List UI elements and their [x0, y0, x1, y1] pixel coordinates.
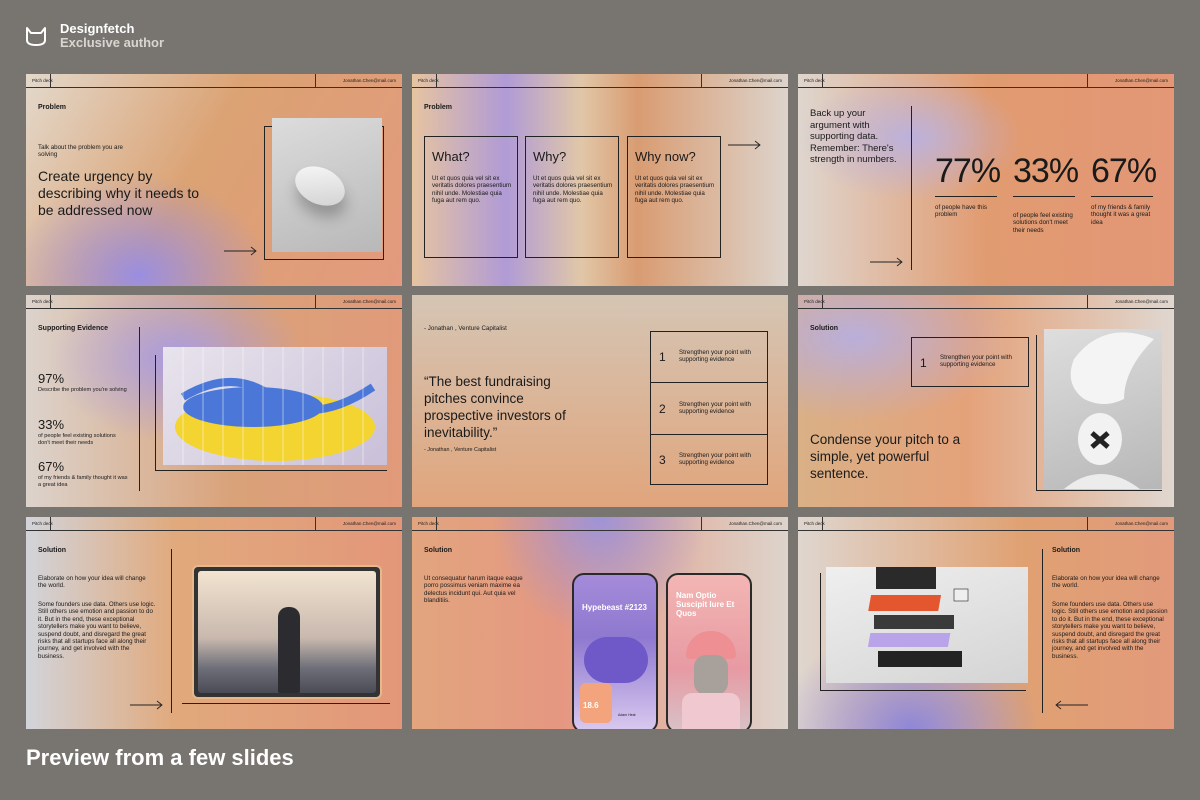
- slide-headline: Create urgency by describing why it need…: [38, 168, 200, 218]
- slide-header: Pitch deck Jonathan.Chen@mail.com: [412, 517, 788, 531]
- stat-value: 77%: [935, 152, 1001, 190]
- slide-solution-condense[interactable]: Pitch deck Jonathan.Chen@mail.com Soluti…: [798, 295, 1174, 507]
- phone-mockup-1: Hypebeast #2123 18.6 Adam Heat: [572, 573, 658, 729]
- quote-attribution-top: - Jonathan , Venture Capitalist: [424, 325, 507, 332]
- slide-label: Problem: [424, 104, 453, 111]
- arrow-right-icon: [728, 140, 761, 150]
- stats-intro: Back up your argument with supporting da…: [810, 108, 897, 165]
- arrow-right-icon: [130, 700, 163, 710]
- slide-headline: Condense your pitch to a simple, yet pow…: [810, 432, 961, 481]
- question-card: What? Ut et quos quia vel sit ex veritat…: [424, 136, 518, 258]
- slide-problem-questions[interactable]: Pitch deck Jonathan.Chen@mail.com Proble…: [412, 74, 788, 286]
- header-email: Jonathan.Chen@mail.com: [342, 78, 396, 83]
- body-text: Some founders use data. Others use logic…: [1052, 601, 1168, 660]
- slide-solution-app[interactable]: Pitch deck Jonathan.Chen@mail.com Soluti…: [412, 517, 788, 729]
- slide-label: Solution: [810, 325, 838, 332]
- slide-small-text: Talk about the problem you are solving: [38, 144, 123, 159]
- sculpture-head-image: [1044, 329, 1162, 489]
- lead-text: Elaborate on how your idea will change t…: [38, 575, 146, 590]
- slide-header: Pitch deck Jonathan.Chen@mail.com: [26, 295, 402, 309]
- stat-value: 33%: [1013, 152, 1079, 190]
- question-card: Why? Ut et quos quia vel sit ex veritati…: [525, 136, 619, 258]
- arrow-right-icon: [870, 257, 903, 267]
- body-text: Some founders use data. Others use logic…: [38, 601, 156, 660]
- stat-caption: of my friends & family thought it was a …: [1091, 204, 1151, 226]
- cat-logo-icon: [26, 27, 46, 46]
- stat-value: 67%: [1091, 152, 1157, 190]
- wire-sculpture-image: [163, 347, 387, 465]
- slide-solution-layers[interactable]: Pitch deck Jonathan.Chen@mail.com Soluti…: [798, 517, 1174, 729]
- slide-label: Solution: [424, 547, 452, 554]
- preview-caption: Preview from a few slides: [26, 745, 294, 770]
- slide-solution-story[interactable]: Pitch deck Jonathan.Chen@mail.com Soluti…: [26, 517, 402, 729]
- laptop-frame: [192, 565, 382, 699]
- phone-mockup-2: Nam Optio Suscipit Iure Et Quos: [666, 573, 752, 729]
- slide-label: Solution: [38, 547, 66, 554]
- slide-label: Problem: [38, 104, 67, 111]
- points-list: 1 Strengthen your point with supporting …: [650, 331, 768, 485]
- slide-header: Pitch deck Jonathan.Chen@mail.com: [412, 74, 788, 88]
- slide-stats[interactable]: Pitch deck Jonathan.Chen@mail.com Back u…: [798, 74, 1174, 286]
- arrow-right-icon: [224, 246, 257, 256]
- brand: Designfetch Exclusive author: [24, 22, 164, 50]
- layered-device-image: [826, 567, 1028, 683]
- question-card: Why now? Ut et quos quia vel sit ex veri…: [627, 136, 721, 258]
- lead-text: Elaborate on how your idea will change t…: [1052, 575, 1160, 590]
- slide-supporting-evidence[interactable]: Pitch deck Jonathan.Chen@mail.com Suppor…: [26, 295, 402, 507]
- brand-name: Designfetch: [60, 21, 135, 36]
- brand-subtitle: Exclusive author: [60, 35, 165, 50]
- slide-header: Pitch deck Jonathan.Chen@mail.com: [26, 74, 402, 88]
- point-card: 1 Strengthen your point with supporting …: [911, 337, 1029, 387]
- quote-text: “The best fundraising pitches convince p…: [424, 374, 566, 440]
- slide-problem-urgency[interactable]: Pitch deck Jonathan.Chen@mail.com Proble…: [26, 74, 402, 286]
- slide-header: Pitch deck Jonathan.Chen@mail.com: [26, 517, 402, 531]
- slide-label: Supporting Evidence: [38, 325, 109, 332]
- slide-header: Pitch deck Jonathan.Chen@mail.com: [798, 74, 1174, 88]
- quote-attribution: - Jonathan , Venture Capitalist: [424, 447, 497, 453]
- body-text: Ut consequatur harum itaque eaque porro …: [424, 575, 523, 605]
- mountain-person-image: [198, 571, 376, 693]
- slide-header: Pitch deck Jonathan.Chen@mail.com: [798, 517, 1174, 531]
- slide-quote[interactable]: - Jonathan , Venture Capitalist “The bes…: [412, 295, 788, 507]
- stat-caption: of people feel existing solutions don't …: [1013, 212, 1073, 234]
- disc-render-image: [272, 118, 382, 252]
- stat-caption: of people have this problem: [935, 204, 987, 219]
- slide-label: Solution: [1052, 547, 1080, 554]
- arrow-left-icon: [1055, 700, 1088, 710]
- slide-header: Pitch deck Jonathan.Chen@mail.com: [798, 295, 1174, 309]
